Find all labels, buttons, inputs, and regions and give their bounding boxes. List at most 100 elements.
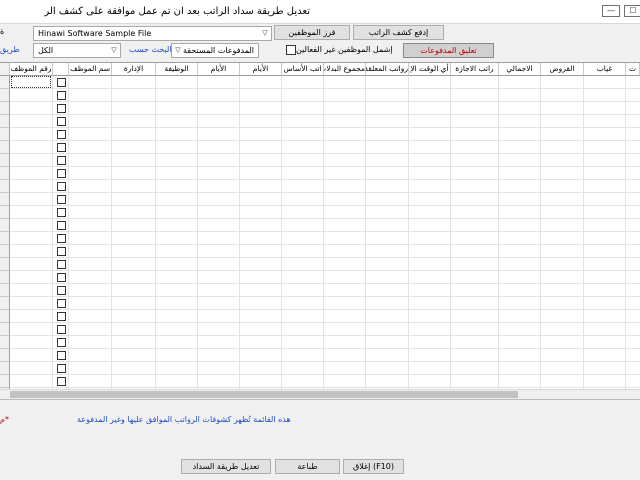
- table-cell[interactable]: [0, 206, 626, 219]
- row-header[interactable]: [0, 245, 10, 258]
- row-select-checkbox[interactable]: [57, 312, 66, 321]
- column-header[interactable]: ت: [626, 63, 640, 76]
- column-header[interactable]: أي الوقت الإ: [409, 63, 451, 76]
- row-select-checkbox[interactable]: [57, 156, 66, 165]
- row-header[interactable]: [0, 115, 10, 128]
- table-row[interactable]: [0, 206, 640, 219]
- table-row[interactable]: [0, 245, 640, 258]
- table-row[interactable]: [0, 154, 640, 167]
- sort-employees-button[interactable]: فرز الموظفين: [274, 25, 350, 40]
- table-row[interactable]: [0, 167, 640, 180]
- table-row[interactable]: [0, 219, 640, 232]
- table-row[interactable]: [0, 128, 640, 141]
- table-row[interactable]: [0, 323, 640, 336]
- row-select-checkbox[interactable]: [57, 299, 66, 308]
- column-header[interactable]: رواتب المعلقة: [366, 63, 409, 76]
- table-cell[interactable]: [0, 245, 626, 258]
- row-select-checkbox[interactable]: [57, 273, 66, 282]
- row-select-checkbox[interactable]: [57, 104, 66, 113]
- row-header[interactable]: [0, 323, 10, 336]
- row-select-checkbox[interactable]: [57, 143, 66, 152]
- row-select-checkbox[interactable]: [57, 247, 66, 256]
- table-row[interactable]: [0, 115, 640, 128]
- column-header[interactable]: القروض: [541, 63, 584, 76]
- table-cell[interactable]: [0, 336, 626, 349]
- maximize-button[interactable]: ☐: [624, 5, 640, 17]
- table-row[interactable]: [0, 336, 640, 349]
- row-select-checkbox[interactable]: [57, 286, 66, 295]
- column-header[interactable]: اتب الأساس: [282, 63, 324, 76]
- payment-suspend-button[interactable]: تعليق المدفوعات: [403, 43, 494, 58]
- table-row[interactable]: [0, 102, 640, 115]
- row-select-checkbox[interactable]: [57, 78, 66, 87]
- company-combo[interactable]: Hinawi Software Sample File ▽: [33, 26, 272, 41]
- column-header[interactable]: غياب: [584, 63, 626, 76]
- row-header[interactable]: [0, 336, 10, 349]
- row-select-checkbox[interactable]: [57, 195, 66, 204]
- row-header[interactable]: [0, 349, 10, 362]
- column-header[interactable]: الإدارة: [112, 63, 156, 76]
- table-cell[interactable]: [0, 284, 626, 297]
- column-header[interactable]: [53, 63, 69, 76]
- row-header[interactable]: [0, 89, 10, 102]
- table-row[interactable]: [0, 297, 640, 310]
- table-cell[interactable]: [0, 323, 626, 336]
- row-select-checkbox[interactable]: [57, 234, 66, 243]
- table-row[interactable]: [0, 362, 640, 375]
- table-row[interactable]: [0, 76, 640, 89]
- row-header[interactable]: [0, 154, 10, 167]
- pay-payroll-button[interactable]: إدفع كشف الراتب: [353, 25, 444, 40]
- table-cell[interactable]: [0, 232, 626, 245]
- row-header[interactable]: [0, 193, 10, 206]
- table-row[interactable]: [0, 310, 640, 323]
- row-header[interactable]: [0, 102, 10, 115]
- column-header[interactable]: الوظيفة: [156, 63, 198, 76]
- print-button[interactable]: طباعة: [275, 459, 340, 474]
- row-header[interactable]: [0, 375, 10, 388]
- edit-payment-method-button[interactable]: تعديل طريقة السداد: [181, 459, 271, 474]
- row-header[interactable]: [0, 297, 10, 310]
- table-row[interactable]: [0, 258, 640, 271]
- table-cell[interactable]: [0, 102, 626, 115]
- row-select-checkbox[interactable]: [57, 325, 66, 334]
- row-header[interactable]: [0, 219, 10, 232]
- table-row[interactable]: [0, 193, 640, 206]
- row-select-checkbox[interactable]: [57, 117, 66, 126]
- row-select-checkbox[interactable]: [57, 338, 66, 347]
- table-cell[interactable]: [0, 219, 626, 232]
- row-header[interactable]: [0, 128, 10, 141]
- table-row[interactable]: [0, 271, 640, 284]
- due-payments-combo[interactable]: المدفوعات المستحقة ▽: [171, 43, 259, 58]
- close-button[interactable]: (F10) إغلاق: [343, 459, 404, 474]
- table-row[interactable]: [0, 375, 640, 388]
- row-select-checkbox[interactable]: [57, 377, 66, 386]
- row-header[interactable]: [0, 271, 10, 284]
- row-select-checkbox[interactable]: [57, 208, 66, 217]
- scrollbar-thumb[interactable]: [10, 391, 518, 398]
- selected-cell[interactable]: [11, 76, 51, 88]
- table-row[interactable]: [0, 232, 640, 245]
- table-cell[interactable]: [0, 362, 626, 375]
- table-cell[interactable]: [0, 154, 626, 167]
- column-header[interactable]: الاجمالي: [499, 63, 541, 76]
- table-cell[interactable]: [0, 180, 626, 193]
- table-row[interactable]: [0, 141, 640, 154]
- row-select-checkbox[interactable]: [57, 130, 66, 139]
- column-header[interactable]: راتب الاجازة: [451, 63, 499, 76]
- table-cell[interactable]: [0, 193, 626, 206]
- column-header[interactable]: مجموع البدلات: [324, 63, 366, 76]
- table-cell[interactable]: [0, 349, 626, 362]
- table-cell[interactable]: [0, 375, 626, 388]
- table-cell[interactable]: [0, 167, 626, 180]
- row-header[interactable]: [0, 362, 10, 375]
- row-select-checkbox[interactable]: [57, 221, 66, 230]
- horizontal-scrollbar[interactable]: [0, 389, 640, 398]
- table-cell[interactable]: [0, 271, 626, 284]
- row-select-checkbox[interactable]: [57, 169, 66, 178]
- table-cell[interactable]: [0, 89, 626, 102]
- filter-combo[interactable]: الكل ▽: [33, 43, 121, 58]
- row-header[interactable]: [0, 310, 10, 323]
- employees-grid[interactable]: رقم الموظف سم الموظف الإدارة الوظيفة الأيام ا…: [0, 62, 640, 398]
- row-header[interactable]: [0, 76, 10, 89]
- row-header[interactable]: [0, 284, 10, 297]
